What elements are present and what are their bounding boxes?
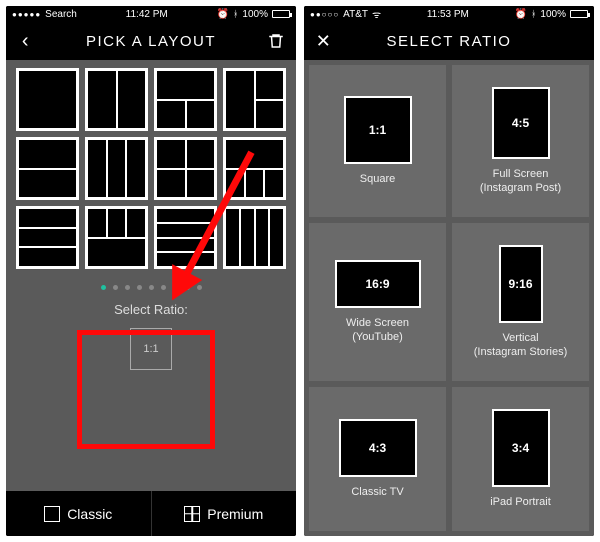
left-screenshot: ●●●●● Search 11:42 PM ⏰ ᚼ 100% ‹ PICK A … [6, 6, 296, 536]
ratio-tile-9-16[interactable]: 9:16 Vertical(Instagram Stories) [452, 223, 589, 381]
wifi-icon: ᯤ [372, 7, 381, 21]
carrier-label: AT&T [343, 9, 368, 20]
battery-icon [570, 10, 588, 18]
layout-3top-1bot[interactable] [85, 206, 148, 269]
layout-left-2r[interactable] [223, 68, 286, 131]
right-screenshot: ●●○○○ AT&T ᯤ 11:53 PM ⏰ ᚼ 100% ✕ SELECT … [304, 6, 594, 536]
ratio-caption: Full Screen(Instagram Post) [480, 167, 561, 196]
ratio-caption: Wide Screen(YouTube) [346, 316, 409, 345]
ratio-caption: iPad Portrait [490, 495, 551, 509]
tab-classic[interactable]: Classic [6, 491, 151, 536]
trash-icon [267, 32, 285, 50]
screen-header: ✕ SELECT RATIO [304, 22, 594, 60]
ratio-caption: Square [360, 172, 395, 186]
layout-1top-2bot[interactable] [154, 68, 217, 131]
layout-2x2[interactable] [154, 137, 217, 200]
ratio-shape: 16:9 [335, 260, 421, 308]
ratio-shape: 4:3 [339, 419, 417, 477]
ratio-caption: Vertical(Instagram Stories) [474, 331, 568, 360]
layout-4h[interactable] [154, 206, 217, 269]
select-ratio-label: Select Ratio: [96, 302, 206, 317]
carrier-label: Search [45, 9, 77, 20]
tab-premium[interactable]: Premium [151, 491, 297, 536]
ratio-area: 1:1 Square 4:5 Full Screen(Instagram Post) 1… [304, 60, 594, 536]
alarm-icon: ⏰ [217, 9, 229, 20]
tab-premium-label: Premium [207, 506, 263, 522]
screen-header: ‹ PICK A LAYOUT [6, 22, 296, 60]
bluetooth-icon: ᚼ [531, 9, 536, 19]
layouts-grid [16, 68, 286, 269]
ratio-tile-4-5[interactable]: 4:5 Full Screen(Instagram Post) [452, 65, 589, 217]
battery-percent: 100% [540, 9, 566, 20]
signal-dots-icon: ●●○○○ [310, 10, 339, 19]
status-bar: ●●○○○ AT&T ᯤ 11:53 PM ⏰ ᚼ 100% [304, 6, 594, 22]
alarm-icon: ⏰ [515, 9, 527, 20]
layout-2h[interactable] [16, 137, 79, 200]
premium-icon [184, 506, 200, 522]
ratio-caption: Classic TV [351, 485, 403, 499]
close-icon: ✕ [316, 31, 333, 52]
layout-full[interactable] [16, 68, 79, 131]
bottom-tab-bar: Classic Premium [6, 491, 296, 536]
page-title: SELECT RATIO [387, 33, 512, 50]
signal-dots-icon: ●●●●● [12, 10, 41, 19]
select-ratio-block[interactable]: Select Ratio: 1:1 [86, 296, 216, 382]
close-button[interactable]: ✕ [304, 22, 344, 60]
ratio-shape: 1:1 [344, 96, 412, 164]
layout-3h[interactable] [16, 206, 79, 269]
bluetooth-icon: ᚼ [233, 9, 238, 19]
tab-classic-label: Classic [67, 506, 112, 522]
layout-2v[interactable] [85, 68, 148, 131]
delete-button[interactable] [256, 22, 296, 60]
chevron-left-icon: ‹ [22, 30, 30, 53]
status-bar: ●●●●● Search 11:42 PM ⏰ ᚼ 100% [6, 6, 296, 22]
battery-icon [272, 10, 290, 18]
clock: 11:42 PM [126, 9, 168, 20]
back-button[interactable]: ‹ [6, 22, 46, 60]
ratio-tile-3-4[interactable]: 3:4 iPad Portrait [452, 387, 589, 531]
ratio-tile-16-9[interactable]: 16:9 Wide Screen(YouTube) [309, 223, 446, 381]
ratio-shape: 4:5 [492, 87, 550, 159]
ratio-shape: 9:16 [499, 245, 543, 323]
layouts-area: Select Ratio: 1:1 [6, 60, 296, 491]
page-indicator [16, 285, 286, 290]
battery-percent: 100% [242, 9, 268, 20]
current-ratio-value: 1:1 [143, 343, 158, 355]
current-ratio-box[interactable]: 1:1 [130, 328, 172, 370]
ratio-tile-4-3[interactable]: 4:3 Classic TV [309, 387, 446, 531]
layout-4v[interactable] [223, 206, 286, 269]
layout-3v[interactable] [85, 137, 148, 200]
clock: 11:53 PM [427, 9, 469, 20]
ratio-tile-1-1[interactable]: 1:1 Square [309, 65, 446, 217]
page-title: PICK A LAYOUT [86, 33, 216, 50]
ratio-grid: 1:1 Square 4:5 Full Screen(Instagram Post) 1… [309, 65, 589, 531]
classic-icon [44, 506, 60, 522]
layout-1top-3bot[interactable] [223, 137, 286, 200]
ratio-shape: 3:4 [492, 409, 550, 487]
